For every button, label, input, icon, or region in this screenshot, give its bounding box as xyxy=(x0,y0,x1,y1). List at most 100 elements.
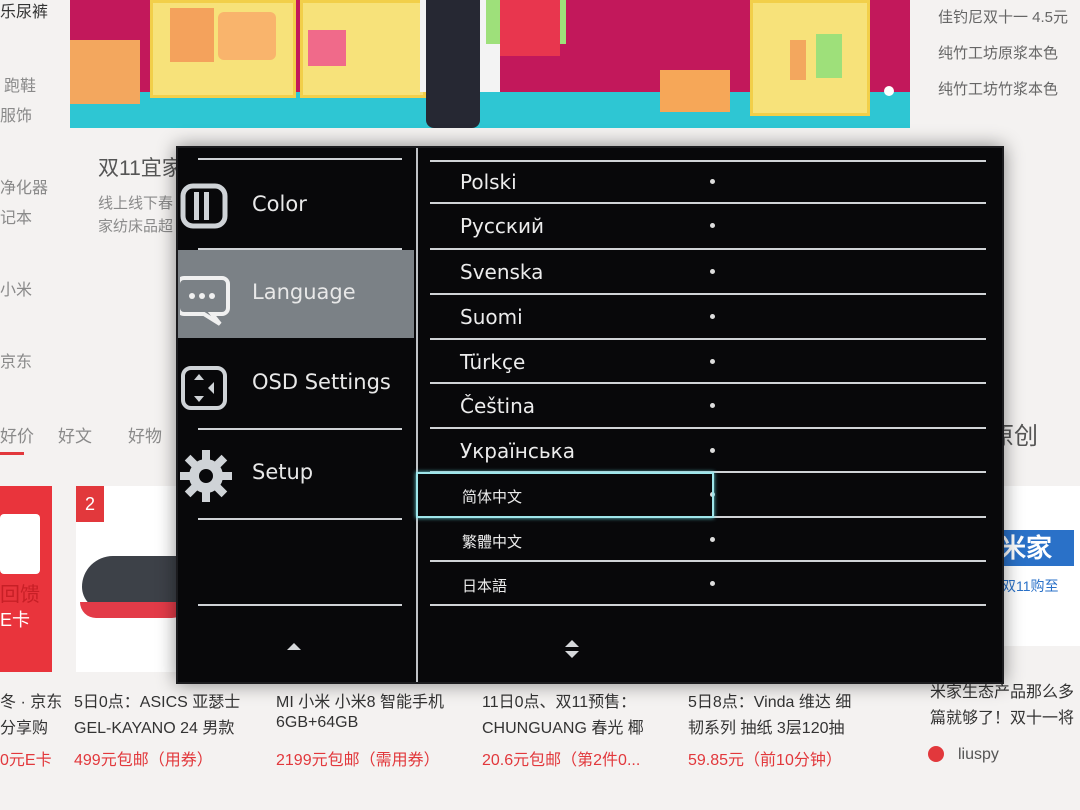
product-title[interactable]: 冬 · 京东 xyxy=(0,688,62,712)
arrow-up-down-icon[interactable] xyxy=(564,638,580,665)
lang-option[interactable]: Polski xyxy=(430,160,984,204)
menu-item-osd-settings[interactable]: OSD Settings xyxy=(178,340,414,428)
menu-item-color[interactable]: Color xyxy=(178,162,414,250)
radio-dot xyxy=(710,223,715,228)
banner-crate xyxy=(70,40,140,104)
lang-label: 繁體中文 xyxy=(462,533,523,551)
menu-label: Color xyxy=(252,192,307,216)
tab-good-item[interactable]: 好物 xyxy=(128,422,162,447)
osd-menu-panel: Color Language OSD Settings Setup Polski… xyxy=(176,146,1004,684)
menu-divider xyxy=(198,158,402,160)
lang-option[interactable]: 日本語 xyxy=(430,562,984,606)
banner-bottle xyxy=(790,40,806,80)
product-title[interactable]: 韧系列 抽纸 3层120抽 xyxy=(688,714,845,738)
arrow-up-icon[interactable] xyxy=(286,638,302,656)
product-title[interactable]: 分享购 xyxy=(0,714,48,738)
lang-option[interactable]: Svenska xyxy=(430,250,984,294)
lang-option[interactable]: Suomi xyxy=(430,295,984,339)
gift-bag-shape xyxy=(0,514,40,574)
radio-dot xyxy=(710,403,715,408)
banner-bag xyxy=(816,34,842,78)
category-item[interactable]: 小米 xyxy=(0,276,32,300)
menu-item-setup[interactable]: Setup xyxy=(178,430,414,518)
promo-banner[interactable] xyxy=(70,0,910,128)
lang-label: Svenska xyxy=(460,260,544,284)
article-desc[interactable]: 篇就够了！双十一将 xyxy=(930,704,1074,728)
radio-dot xyxy=(710,581,715,586)
color-icon xyxy=(180,180,230,232)
gear-icon xyxy=(180,448,232,502)
product-title[interactable]: GEL-KAYANO 24 男款 xyxy=(74,714,234,738)
radio-dot xyxy=(710,359,715,364)
category-item[interactable]: 京东 xyxy=(0,348,32,372)
product-title[interactable]: 5日0点：ASICS 亚瑟士 xyxy=(74,688,240,712)
banner-gift xyxy=(308,30,346,66)
radio-dot xyxy=(710,537,715,542)
banner-shelf xyxy=(750,0,870,116)
radio-dot xyxy=(710,269,715,274)
product-image[interactable]: 米家 双11购至 xyxy=(998,486,1080,646)
lang-option[interactable]: 繁體中文 xyxy=(430,518,984,562)
tab-good-article[interactable]: 好文 xyxy=(58,422,92,447)
menu-label: Language xyxy=(252,280,356,304)
tab-good-price[interactable]: 好价 xyxy=(0,422,34,447)
product-price: 0元E卡 xyxy=(0,752,52,769)
menu-label: OSD Settings xyxy=(252,370,391,394)
lang-option[interactable]: Türkçe xyxy=(430,340,984,384)
category-item[interactable]: 记本 xyxy=(0,204,32,228)
product-title[interactable]: 6GB+64GB xyxy=(276,714,358,732)
article-title[interactable]: 双11宜家 xyxy=(98,152,183,182)
banner-person xyxy=(500,0,560,56)
side-link[interactable]: 佳钓尼双十一 4.5元 xyxy=(938,6,1068,27)
menu-label: Setup xyxy=(252,460,314,484)
osd-column-divider xyxy=(416,148,418,682)
product-title[interactable]: 5日8点：Vinda 维达 细 xyxy=(688,688,851,712)
product-price: 20.6元包邮（第2件0... xyxy=(482,752,641,769)
osd-settings-icon xyxy=(180,358,230,410)
product-image[interactable]: 2 xyxy=(76,486,188,672)
article-desc: 线上线下春 xyxy=(98,195,174,212)
lang-label: Türkçe xyxy=(460,350,526,374)
radio-dot xyxy=(710,179,715,184)
selection-highlight xyxy=(416,472,714,518)
lang-option[interactable]: Русский xyxy=(430,204,984,248)
lang-option[interactable]: Čeština xyxy=(430,384,984,428)
banner-person xyxy=(426,0,480,128)
category-item[interactable]: 跑鞋 xyxy=(4,72,36,96)
lang-option[interactable]: Українська xyxy=(430,429,984,473)
lang-label: Polski xyxy=(460,170,517,194)
author-name[interactable]: liuspy xyxy=(958,746,999,764)
article-desc: 家纺床品超 xyxy=(98,218,174,235)
product-image[interactable]: 回馈 E卡 xyxy=(0,486,52,672)
lang-divider xyxy=(430,604,986,606)
side-link[interactable]: 纯竹工坊原浆本色 xyxy=(938,42,1058,63)
speech-bubble-icon xyxy=(178,268,230,326)
product-price: 499元包邮（用券） xyxy=(74,752,213,769)
author-avatar[interactable] xyxy=(928,746,944,762)
tab-active-indicator xyxy=(0,452,24,455)
brand-badge: 米家 xyxy=(1000,530,1074,566)
banner-box xyxy=(218,12,276,60)
product-title[interactable]: CHUNGUANG 春光 椰 xyxy=(482,714,644,738)
card-text: 回馈 xyxy=(0,584,40,606)
product-title[interactable]: MI 小米 小米8 智能手机 xyxy=(276,688,444,712)
banner-dot[interactable] xyxy=(884,86,894,96)
menu-divider xyxy=(198,518,402,520)
product-price: 59.85元（前10分钟） xyxy=(688,752,842,769)
side-link[interactable]: 纯竹工坊竹浆本色 xyxy=(938,78,1058,99)
menu-divider xyxy=(198,604,402,606)
lang-label: Українська xyxy=(460,439,575,463)
category-item[interactable]: 乐尿裤 xyxy=(0,0,48,22)
radio-dot xyxy=(710,448,715,453)
menu-item-language[interactable]: Language xyxy=(178,250,414,338)
badge-subtitle: 双11购至 xyxy=(1002,578,1059,594)
lang-label: Čeština xyxy=(460,394,536,418)
osd-main-menu: Color Language OSD Settings Setup xyxy=(178,148,416,682)
lang-label: Suomi xyxy=(460,305,523,329)
lang-label: 日本語 xyxy=(462,577,508,595)
category-item[interactable]: 净化器 xyxy=(0,174,48,198)
category-item[interactable]: 服饰 xyxy=(0,102,32,126)
shoe-sole xyxy=(80,602,188,618)
product-title[interactable]: 11日0点、双11预售： xyxy=(482,688,636,712)
banner-bag xyxy=(170,8,214,62)
